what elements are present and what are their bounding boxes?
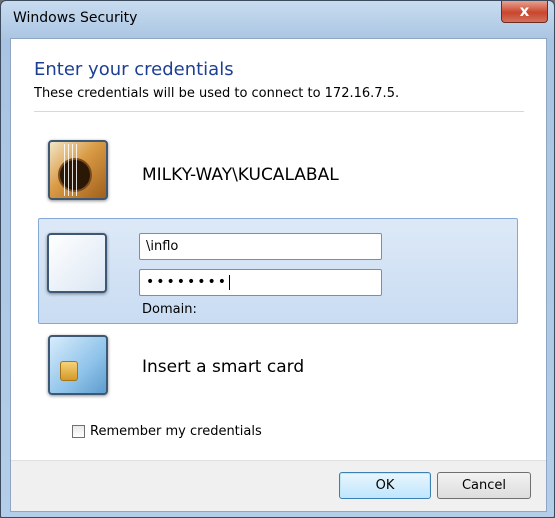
guitar-strings (64, 144, 80, 196)
password-input[interactable]: •••••••• (139, 269, 382, 296)
dialog-subtext: These credentials will be used to connec… (34, 86, 400, 101)
text-caret (229, 274, 231, 290)
guitar-user-icon[interactable] (48, 140, 108, 200)
button-bar: OK Cancel (11, 460, 546, 511)
remember-checkbox[interactable] (72, 425, 85, 438)
smart-card-label[interactable]: Insert a smart card (142, 357, 304, 377)
window-title: Windows Security (13, 10, 138, 26)
domain-label: Domain: (142, 302, 197, 317)
blank-user-icon (47, 233, 107, 293)
dialog-window: Windows Security x Enter your credential… (0, 0, 555, 518)
remember-label: Remember my credentials (90, 424, 262, 439)
smart-card-icon[interactable] (48, 335, 108, 395)
saved-user-name[interactable]: MILKY-WAY\KUCALABAL (142, 165, 339, 185)
remember-credentials[interactable]: Remember my credentials (72, 424, 262, 439)
header-divider (34, 111, 524, 112)
ok-button[interactable]: OK (339, 472, 431, 499)
dialog-content: Enter your credentials These credentials… (10, 38, 547, 512)
chip-icon (60, 361, 78, 381)
password-value: •••••••• (146, 274, 229, 290)
cancel-button[interactable]: Cancel (437, 472, 531, 499)
close-button[interactable]: x (501, 1, 548, 23)
username-input[interactable]: \inflo (139, 233, 382, 260)
dialog-heading: Enter your credentials (34, 59, 234, 80)
close-icon: x (519, 2, 530, 20)
